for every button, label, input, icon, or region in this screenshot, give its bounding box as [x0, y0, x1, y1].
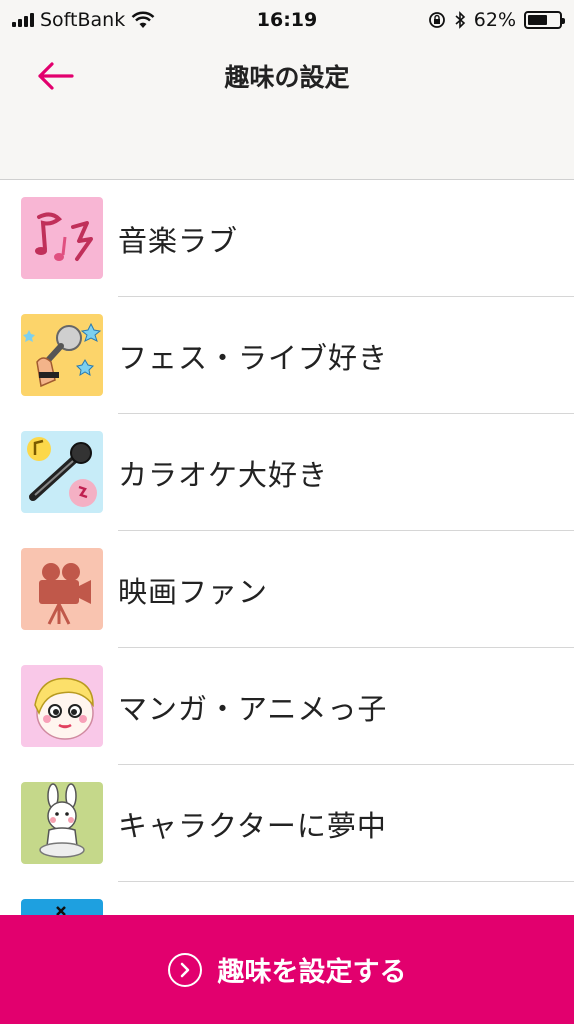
karaoke-mic-icon	[21, 431, 103, 513]
battery-fill	[528, 15, 547, 25]
list-item[interactable]: キャラクターに夢中	[0, 765, 574, 882]
manga-girl-icon	[21, 665, 103, 747]
list-item[interactable]: カラオケ大好き	[0, 414, 574, 531]
status-right: 62%	[428, 9, 565, 31]
live-microphone-icon	[21, 314, 103, 396]
hobby-label: キャラクターに夢中	[118, 808, 387, 843]
hobby-label: 音楽ラブ	[118, 223, 239, 258]
list-item[interactable]: フェス・ライブ好き	[0, 297, 574, 414]
music-notes-icon	[21, 197, 103, 279]
list-item[interactable]: マンガ・アニメっ子	[0, 648, 574, 765]
status-bar: SoftBank 16:19 62%	[0, 0, 574, 40]
hobby-label: カラオケ大好き	[118, 457, 329, 492]
list-item[interactable]: 映画ファン	[0, 531, 574, 648]
signal-icon	[12, 13, 34, 27]
hobby-list: 音楽ラブ フェス・ライブ好き カラオケ大好き 映画ファン マンガ・アニメっ子 キ…	[0, 180, 574, 999]
set-hobby-button[interactable]: 趣味を設定する	[0, 915, 574, 1024]
page-title: 趣味の設定	[224, 63, 350, 92]
orientation-lock-icon	[428, 12, 445, 28]
carrier-label: SoftBank	[40, 9, 126, 31]
status-left: SoftBank	[12, 9, 155, 31]
hobby-label: マンガ・アニメっ子	[118, 691, 388, 726]
hobby-label: 映画ファン	[118, 574, 269, 609]
battery-icon	[524, 11, 565, 29]
nav-bar: 趣味の設定	[0, 40, 574, 180]
bluetooth-icon	[455, 11, 465, 29]
hobby-label: フェス・ライブ好き	[118, 340, 389, 375]
wifi-icon	[131, 11, 155, 28]
chevron-right-circle-icon	[167, 952, 202, 987]
set-hobby-button-label: 趣味を設定する	[217, 957, 407, 988]
movie-camera-icon	[21, 548, 103, 630]
character-bunny-icon	[21, 782, 103, 864]
battery-percent: 62%	[473, 9, 516, 31]
list-item[interactable]: 音楽ラブ	[0, 180, 574, 297]
